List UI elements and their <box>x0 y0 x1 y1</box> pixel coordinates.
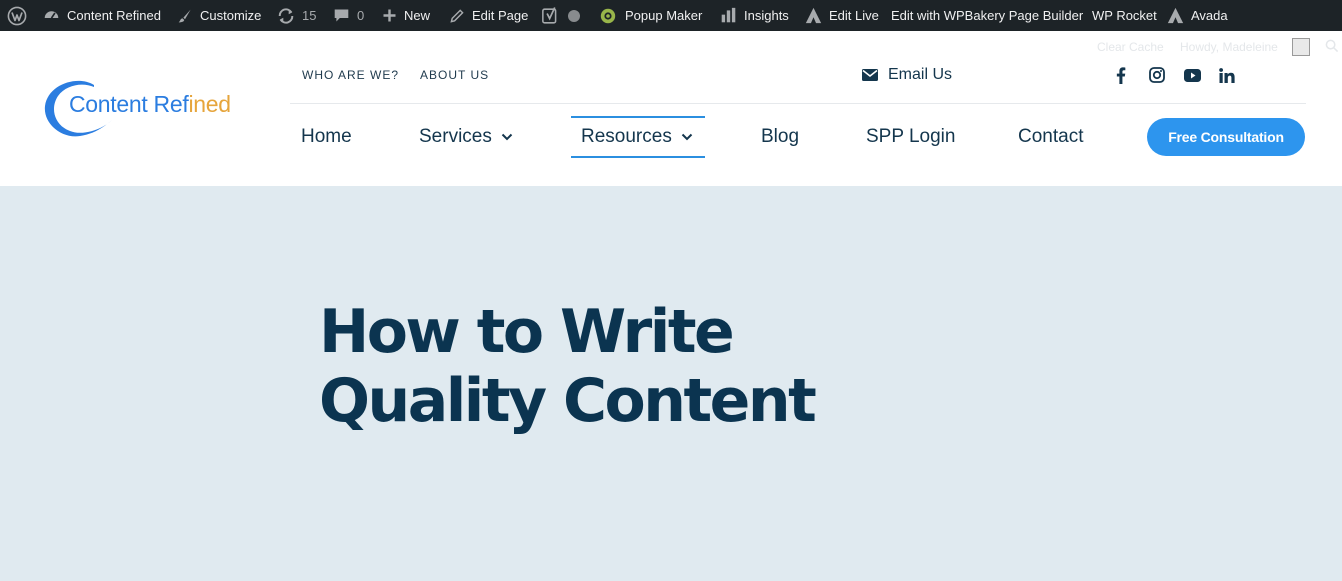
linkedin-icon[interactable] <box>1218 66 1236 84</box>
avada-icon <box>1167 7 1184 24</box>
dashboard-icon <box>43 7 60 24</box>
nav-who-are-we[interactable]: WHO ARE WE? <box>302 68 399 82</box>
envelope-icon <box>862 69 878 81</box>
nav-services-label: Services <box>419 126 492 147</box>
updates-icon <box>277 7 295 25</box>
youtube-icon[interactable] <box>1183 66 1201 84</box>
nav-blog[interactable]: Blog <box>761 116 799 158</box>
howdy-link[interactable]: Howdy, Madeleine <box>1180 40 1278 54</box>
wp-admin-bar: Content Refined Customize 15 0 New Edit … <box>0 0 1342 31</box>
chevron-down-icon <box>681 133 693 141</box>
customize-label: Customize <box>200 8 262 23</box>
header-divider <box>290 103 1306 104</box>
site-name-button[interactable]: Content Refined <box>43 0 161 31</box>
popup-maker-button[interactable]: Popup Maker <box>598 0 702 31</box>
avada-icon <box>805 7 822 24</box>
plus-icon <box>382 8 397 23</box>
nav-home-label: Home <box>301 126 352 147</box>
new-content-button[interactable]: New <box>382 0 430 31</box>
nav-contact[interactable]: Contact <box>1018 116 1083 158</box>
logo-text: Content Refined <box>69 91 231 118</box>
comments-button[interactable]: 0 <box>333 0 364 31</box>
bar-chart-icon <box>720 7 737 24</box>
popup-maker-icon <box>598 7 618 25</box>
nav-spp-login-label: SPP Login <box>866 126 956 147</box>
avada-button[interactable]: Avada <box>1167 0 1228 31</box>
email-us-label: Email Us <box>888 66 953 83</box>
clear-cache-link[interactable]: Clear Cache <box>1097 40 1164 54</box>
logo-text-orange: ined <box>188 91 231 117</box>
popup-maker-label: Popup Maker <box>625 8 703 23</box>
instagram-icon[interactable] <box>1148 66 1166 84</box>
nav-about-us[interactable]: ABOUT US <box>420 68 489 82</box>
nav-home[interactable]: Home <box>301 116 352 158</box>
site-logo[interactable]: Content Refined <box>42 78 257 140</box>
edit-live-label: Edit Live <box>829 8 879 23</box>
logo-text-blue: Content Ref <box>69 91 189 117</box>
free-consultation-button[interactable]: Free Consultation <box>1147 118 1305 156</box>
comment-icon <box>333 7 350 24</box>
edit-page-label: Edit Page <box>472 8 529 23</box>
wp-rocket-label: WP Rocket <box>1092 8 1157 23</box>
seo-status-dot-icon <box>568 9 580 22</box>
new-label: New <box>404 8 431 23</box>
facebook-icon[interactable] <box>1112 66 1130 84</box>
page-title: How to Write Quality Content <box>319 297 817 436</box>
yoast-seo-button[interactable] <box>542 0 580 31</box>
nav-contact-label: Contact <box>1018 126 1084 147</box>
avada-label: Avada <box>1191 8 1228 23</box>
nav-services[interactable]: Services <box>419 116 513 158</box>
comments-count: 0 <box>357 8 365 23</box>
site-name-label: Content Refined <box>67 8 161 23</box>
insights-button[interactable]: Insights <box>720 0 789 31</box>
wordpress-icon <box>7 6 27 26</box>
yoast-icon <box>542 6 559 26</box>
nav-spp-login[interactable]: SPP Login <box>866 116 955 158</box>
nav-resources[interactable]: Resources <box>571 116 705 158</box>
site-header: Clear Cache Howdy, Madeleine Content Ref… <box>0 31 1342 186</box>
email-us-link[interactable]: Email Us <box>862 65 952 85</box>
nav-blog-label: Blog <box>761 126 800 147</box>
edit-page-button[interactable]: Edit Page <box>449 0 528 31</box>
paintbrush-icon <box>177 8 193 24</box>
wpbakery-label: Edit with WPBakery Page Builder <box>891 8 1084 23</box>
edit-live-button[interactable]: Edit Live <box>805 0 879 31</box>
search-icon[interactable] <box>1325 39 1339 58</box>
updates-count: 15 <box>302 8 317 23</box>
insights-label: Insights <box>744 8 789 23</box>
updates-button[interactable]: 15 <box>277 0 316 31</box>
page-hero: How to Write Quality Content <box>0 186 1342 581</box>
wordpress-logo-button[interactable] <box>7 0 27 31</box>
customize-button[interactable]: Customize <box>177 0 261 31</box>
nav-resources-label: Resources <box>581 126 672 147</box>
chevron-down-icon <box>501 133 513 141</box>
wpbakery-button[interactable]: Edit with WPBakery Page Builder <box>891 0 1083 31</box>
pencil-icon <box>449 8 465 24</box>
avatar[interactable] <box>1292 38 1310 56</box>
wp-rocket-button[interactable]: WP Rocket <box>1092 0 1157 31</box>
